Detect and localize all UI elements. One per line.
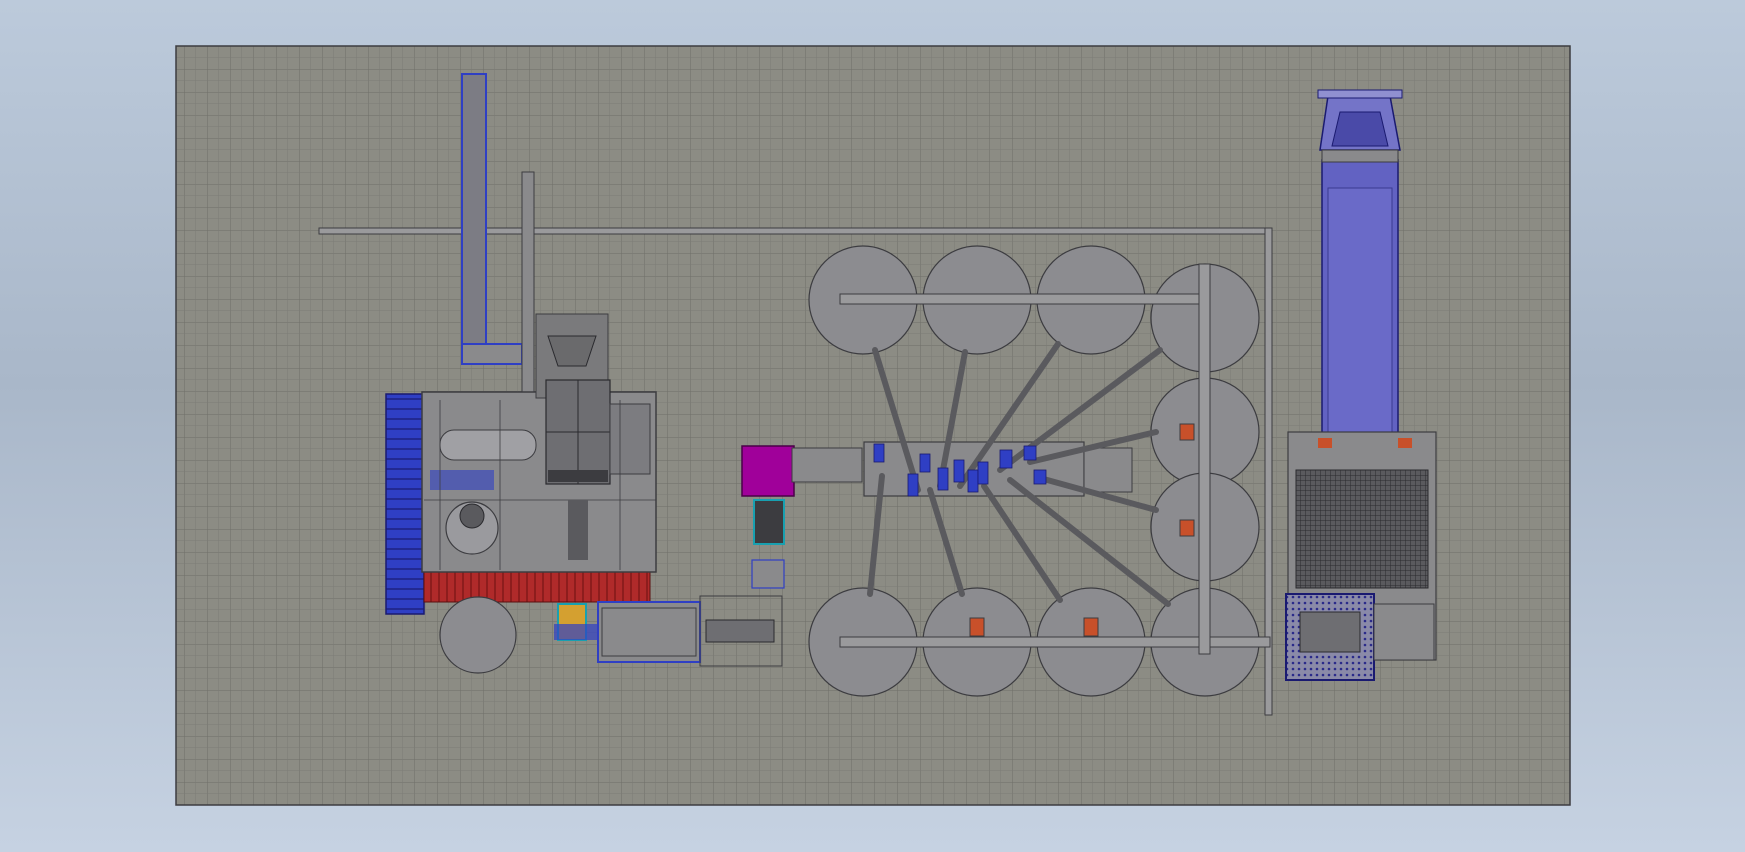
pump-skid[interactable]: [751, 559, 785, 589]
orange-valve[interactable]: [969, 617, 985, 637]
blue-feeder-conveyor[interactable]: [385, 393, 425, 615]
trough-end: [1083, 447, 1133, 493]
red-hopper-bottom[interactable]: [423, 569, 651, 603]
cad-viewport[interactable]: [0, 0, 1745, 852]
orange-valve[interactable]: [1179, 519, 1195, 537]
water-tank[interactable]: [439, 596, 517, 674]
plant-layout-drawing[interactable]: [0, 0, 1745, 852]
silo-gantry-vertical: [1198, 263, 1211, 655]
magenta-dosing-unit[interactable]: [741, 445, 795, 497]
orange-valve[interactable]: [1083, 617, 1099, 637]
screw-feed-line[interactable]: [791, 447, 863, 483]
screening-unit[interactable]: [1285, 431, 1437, 681]
orange-valve[interactable]: [1179, 423, 1195, 441]
truck[interactable]: [1317, 89, 1403, 445]
silo-gantry-top: [839, 293, 1211, 305]
motor-pump[interactable]: [753, 499, 785, 545]
